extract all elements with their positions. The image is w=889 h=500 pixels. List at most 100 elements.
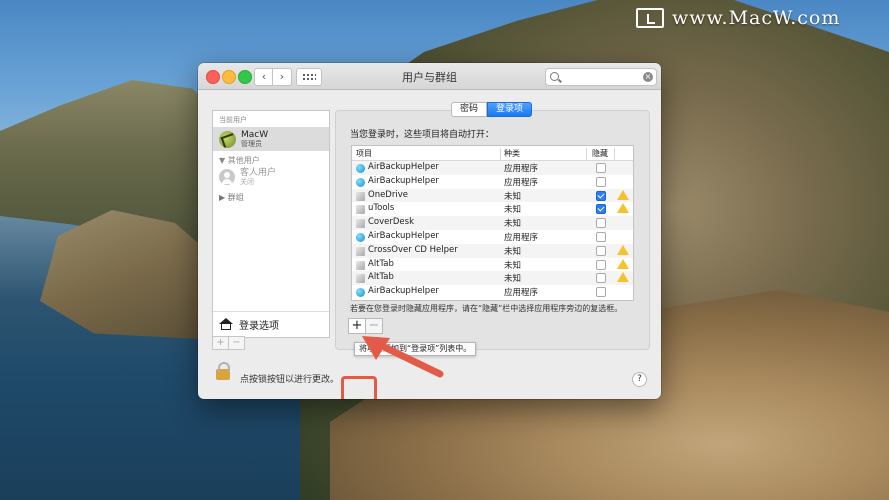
hide-checkbox[interactable] bbox=[596, 231, 606, 242]
item-kind: 未知 bbox=[504, 246, 522, 257]
item-name: AirBackupHelper bbox=[368, 286, 439, 297]
hide-checkbox[interactable] bbox=[596, 273, 606, 284]
column-divider bbox=[586, 148, 587, 162]
table-row[interactable]: CrossOver CD Helper 未知 bbox=[352, 243, 633, 258]
user-list: 当前用户 MacW 管理员 ▼ 其他用户 客人用户 关闭 ▶ 群组 登录选项 bbox=[212, 110, 330, 338]
table-row[interactable]: AirBackupHelper 应用程序 bbox=[352, 161, 633, 175]
column-item[interactable]: 项目 bbox=[356, 148, 372, 159]
app-icon bbox=[356, 191, 365, 201]
hide-checkbox[interactable] bbox=[596, 259, 606, 270]
annotation-arrow-icon bbox=[362, 336, 444, 378]
item-name: CoverDesk bbox=[368, 217, 415, 228]
add-user-button[interactable]: + bbox=[212, 336, 229, 350]
current-user-header: 当前用户 bbox=[219, 116, 247, 124]
user-list-controls: + − bbox=[212, 336, 328, 350]
watermark-text: www.MacW.com bbox=[672, 7, 841, 29]
item-kind: 未知 bbox=[504, 191, 522, 202]
app-icon bbox=[356, 260, 365, 270]
avatar bbox=[219, 130, 236, 148]
hide-checkbox[interactable] bbox=[596, 163, 606, 173]
item-name: CrossOver CD Helper bbox=[368, 244, 458, 255]
column-divider bbox=[614, 148, 615, 162]
table-body: AirBackupHelper 应用程序 AirBackupHelper 应用程序 On… bbox=[352, 161, 633, 299]
app-icon bbox=[356, 246, 365, 256]
search-icon bbox=[550, 72, 559, 81]
table-row[interactable]: OneDrive 未知 bbox=[352, 188, 633, 203]
item-name: AltTab bbox=[368, 272, 394, 283]
item-kind: 未知 bbox=[504, 274, 522, 285]
table-row[interactable]: AirBackupHelper 应用程序 bbox=[352, 285, 633, 299]
app-icon bbox=[356, 219, 365, 229]
login-items-table: 项目 种类 隐藏 AirBackupHelper 应用程序 AirBackupHel… bbox=[351, 145, 634, 301]
search-field[interactable]: × bbox=[545, 68, 657, 86]
item-name: OneDrive bbox=[368, 189, 408, 200]
item-kind: 未知 bbox=[504, 260, 522, 271]
item-kind: 应用程序 bbox=[504, 232, 539, 243]
item-kind: 未知 bbox=[504, 205, 522, 216]
column-hide[interactable]: 隐藏 bbox=[592, 148, 608, 159]
hide-hint: 若要在您登录时隐藏应用程序，请在“隐藏”栏中选择应用程序旁边的复选框。 bbox=[350, 304, 623, 313]
item-name: AirBackupHelper bbox=[368, 162, 439, 172]
table-row[interactable]: AirBackupHelper 应用程序 bbox=[352, 230, 633, 244]
login-options-label: 登录选项 bbox=[239, 320, 279, 332]
item-kind: 应用程序 bbox=[504, 164, 539, 174]
globe-icon bbox=[356, 232, 365, 242]
item-name: AltTab bbox=[368, 258, 394, 269]
item-name: uTools bbox=[368, 203, 395, 214]
hide-checkbox[interactable] bbox=[596, 204, 606, 215]
warning-icon bbox=[617, 272, 629, 283]
warning-icon bbox=[617, 189, 629, 200]
hide-checkbox[interactable] bbox=[596, 287, 606, 298]
titlebar: ‹ › 用户与群组 × bbox=[198, 63, 661, 90]
hide-checkbox[interactable] bbox=[596, 176, 606, 187]
clear-search-icon[interactable]: × bbox=[643, 72, 653, 82]
groups-label: 群组 bbox=[227, 193, 244, 202]
item-kind: 应用程序 bbox=[504, 177, 539, 188]
lock-hint: 点按锁按钮以进行更改。 bbox=[240, 375, 340, 385]
globe-icon bbox=[356, 288, 365, 298]
other-users-label: 其他用户 bbox=[227, 156, 260, 165]
login-options-item[interactable]: 登录选项 bbox=[213, 311, 329, 336]
app-icon bbox=[356, 205, 365, 215]
watermark: www.MacW.com bbox=[636, 6, 840, 30]
user-item-macw[interactable]: MacW 管理员 bbox=[213, 127, 329, 151]
user-name: MacW bbox=[241, 130, 269, 140]
item-kind: 应用程序 bbox=[504, 288, 539, 299]
globe-icon bbox=[356, 164, 365, 173]
hide-checkbox[interactable] bbox=[596, 218, 606, 229]
login-items-description: 当您登录时，这些项目将自动打开： bbox=[350, 130, 495, 140]
other-users-header[interactable]: ▼ 其他用户 bbox=[213, 151, 329, 166]
table-row[interactable]: AirBackupHelper 应用程序 bbox=[352, 175, 633, 189]
item-name: AirBackupHelper bbox=[368, 230, 439, 241]
item-kind: 未知 bbox=[504, 219, 522, 230]
tab-login-items[interactable]: 登录项 bbox=[487, 102, 533, 117]
watermark-logo-icon bbox=[636, 8, 664, 28]
hide-checkbox[interactable] bbox=[596, 245, 606, 256]
tab-bar: 密码 登录项 bbox=[451, 102, 533, 117]
table-row[interactable]: CoverDesk 未知 bbox=[352, 216, 633, 230]
item-name: AirBackupHelper bbox=[368, 175, 439, 186]
tab-password[interactable]: 密码 bbox=[451, 102, 488, 117]
guest-avatar-icon bbox=[219, 169, 235, 185]
remove-user-button[interactable]: − bbox=[228, 336, 245, 350]
help-button[interactable]: ? bbox=[632, 372, 647, 387]
column-divider bbox=[500, 148, 501, 162]
table-row[interactable]: AltTab 未知 bbox=[352, 258, 633, 272]
user-item-guest[interactable]: 客人用户 关闭 bbox=[213, 166, 329, 188]
guest-name: 客人用户 bbox=[240, 168, 277, 178]
lock-icon[interactable] bbox=[216, 362, 230, 380]
hide-checkbox[interactable] bbox=[596, 190, 606, 201]
warning-icon bbox=[617, 203, 629, 214]
globe-icon bbox=[356, 177, 365, 187]
groups-disclosure[interactable]: ▶ 群组 bbox=[213, 188, 329, 207]
warning-icon bbox=[617, 258, 629, 269]
user-role: 管理员 bbox=[241, 140, 262, 148]
house-icon bbox=[219, 318, 233, 330]
column-kind[interactable]: 种类 bbox=[504, 148, 520, 159]
app-icon bbox=[356, 274, 365, 284]
warning-icon bbox=[617, 244, 629, 255]
table-row[interactable]: AltTab 未知 bbox=[352, 271, 633, 286]
table-row[interactable]: uTools 未知 bbox=[352, 202, 633, 216]
guest-status: 关闭 bbox=[240, 178, 254, 186]
table-header: 项目 种类 隐藏 bbox=[352, 146, 633, 162]
